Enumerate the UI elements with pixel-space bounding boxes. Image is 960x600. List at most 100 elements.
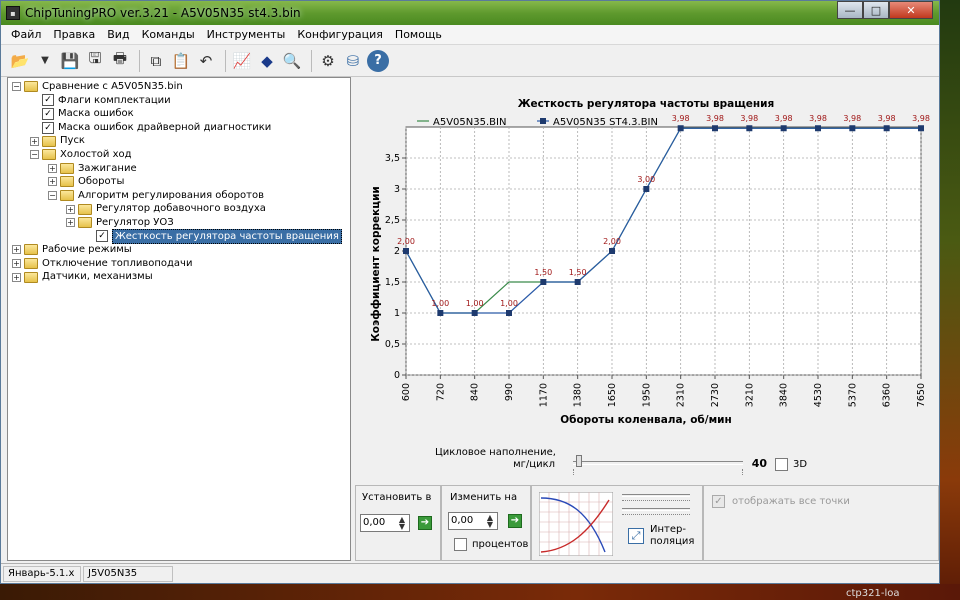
minimize-button[interactable]: — [837,1,863,19]
tree-item[interactable]: − Сравнение с A5V05N35.bin [8,80,350,94]
tree-item-label[interactable]: Жесткость регулятора частоты вращения [112,228,342,245]
menu-edit[interactable]: Правка [47,28,101,41]
menu-config[interactable]: Конфигурация [291,28,389,41]
tree-item[interactable]: + Пуск [8,134,350,148]
3d-checkbox[interactable] [775,458,788,471]
apply-set-button[interactable]: ➔ [418,516,432,530]
data-point[interactable] [471,310,478,316]
data-point[interactable] [437,310,444,316]
search-icon[interactable]: 🔍 [281,50,303,72]
interpolation-button-icon[interactable]: ⤢ [628,528,644,544]
collapse-icon[interactable]: − [30,150,39,160]
data-point[interactable] [506,310,512,316]
tree-view[interactable]: − Сравнение с A5V05N35.bin ✓ Флаги комплект… [7,77,351,561]
percent-checkbox[interactable] [454,538,467,551]
close-button[interactable]: ✕ [889,1,933,19]
spin-arrows-icon[interactable]: ▲ ▼ [396,516,408,531]
tree-item[interactable]: − Алгоритм регулирования оборотов [8,189,350,203]
expand-icon[interactable]: + [66,218,75,228]
data-point[interactable] [677,125,684,132]
cycle-fill-slider-thumb[interactable] [576,455,583,467]
y-tick-label: 0,5 [385,339,400,350]
tree-item[interactable]: + Регулятор добавочного воздуха [8,202,350,216]
settings-icon[interactable]: ⚙ [317,50,339,72]
tree-item-label[interactable]: Маска ошибок драйверной диагностики [58,121,271,135]
tree-item[interactable]: + Обороты [8,175,350,189]
open-icon[interactable]: 📂 [9,50,31,72]
save-icon[interactable]: 💾 [59,50,81,72]
tree-item-label[interactable]: Регулятор УОЗ [96,216,174,230]
data-point[interactable] [574,279,581,285]
data-point[interactable] [883,125,890,132]
tree-item-label[interactable]: Зажигание [78,162,137,176]
change-value-input[interactable]: 0,00 ▲ ▼ [448,512,498,530]
info-icon[interactable]: ◆ [256,50,278,72]
tree-item-label[interactable]: Сравнение с A5V05N35.bin [42,80,183,94]
expand-icon[interactable]: + [12,272,21,282]
tree-item-label[interactable]: Датчики, механизмы [42,270,153,284]
tree-item[interactable]: + Датчики, механизмы [8,270,350,284]
help-icon[interactable]: ? [367,49,389,72]
expand-icon[interactable]: + [30,136,39,146]
collapse-icon[interactable]: − [12,82,21,92]
apply-change-button[interactable]: ➔ [508,514,522,528]
data-point[interactable] [712,125,718,132]
data-point[interactable] [403,248,409,254]
undo-icon[interactable]: ↶ [195,50,217,72]
interp-slider-2[interactable] [622,508,690,511]
paste-icon[interactable]: 📋 [170,50,192,72]
menu-commands[interactable]: Команды [136,28,201,41]
tree-item[interactable]: ✓ Жесткость регулятора частоты вращения [8,228,350,245]
tree-item[interactable]: + Зажигание [8,162,350,176]
save-as-icon[interactable]: 🖫 [84,49,106,72]
tree-item-label[interactable]: Алгоритм регулирования оборотов [78,189,264,203]
menu-file[interactable]: Файл [5,28,47,41]
copy-icon[interactable]: ⧉ [145,50,167,72]
dropdown-arrow-icon[interactable]: ▼ [34,50,56,72]
menu-view[interactable]: Вид [101,28,135,41]
title-bar[interactable]: ▪ ChipTuningPRO ver.3.21 - A5V05N35 st4.… [1,1,939,25]
data-point[interactable] [746,125,753,132]
tree-item-label[interactable]: Регулятор добавочного воздуха [96,202,266,216]
tree-item-label[interactable]: Пуск [60,134,85,148]
data-point[interactable] [815,125,821,132]
interpolation-curves-icon[interactable] [539,492,613,556]
set-value-input[interactable]: 0,00 ▲ ▼ [360,514,410,532]
data-point[interactable] [780,125,787,132]
taskbar-label[interactable]: ctp321-loa [846,588,900,599]
data-point[interactable] [609,248,615,254]
tree-item[interactable]: + Рабочие режимы [8,243,350,257]
tree-item[interactable]: ✓ Маска ошибок драйверной диагностики [8,121,350,135]
tree-item[interactable]: ✓ Маска ошибок [8,107,350,121]
menu-help[interactable]: Помощь [389,28,448,41]
database-icon[interactable]: ⛁ [342,50,364,72]
tree-item[interactable]: + Отключение топливоподачи [8,257,350,271]
menu-tools[interactable]: Инструменты [201,28,292,41]
tree-item-label[interactable]: Флаги комплектации [58,94,171,108]
spin-arrows-icon[interactable]: ▲ ▼ [484,514,496,529]
cycle-fill-slider-track[interactable] [573,455,743,467]
tree-item-label[interactable]: Рабочие режимы [42,243,132,257]
show-points-checkbox[interactable]: ✓ [712,495,725,508]
data-point[interactable] [849,125,856,132]
data-point[interactable] [540,279,547,285]
tree-item[interactable]: + Регулятор УОЗ [8,216,350,230]
tree-item-label[interactable]: Отключение топливоподачи [42,257,192,271]
data-point[interactable] [918,125,924,132]
expand-icon[interactable]: + [12,259,21,269]
print-icon[interactable]: 🖶 [109,49,131,72]
tree-item-label[interactable]: Холостой ход [60,148,132,162]
expand-icon[interactable]: + [48,163,57,173]
data-point[interactable] [643,186,650,192]
expand-icon[interactable]: + [66,204,75,214]
tree-item-label[interactable]: Маска ошибок [58,107,134,121]
tree-item[interactable]: ✓ Флаги комплектации [8,94,350,108]
interp-slider-1[interactable] [622,494,690,497]
expand-icon[interactable]: + [48,177,57,187]
expand-icon[interactable]: + [12,245,21,255]
tree-item[interactable]: − Холостой ход [8,148,350,162]
collapse-icon[interactable]: − [48,191,57,201]
maximize-button[interactable]: □ [863,1,889,19]
chart-view-icon[interactable]: 📈 [231,50,253,72]
tree-item-label[interactable]: Обороты [78,175,124,189]
